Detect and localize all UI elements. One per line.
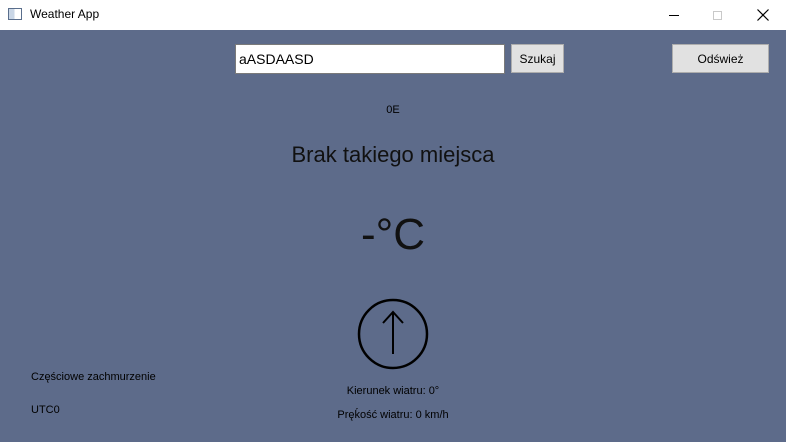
wind-direction-label: Kierunek wiatru: 0° (346, 385, 440, 397)
search-button[interactable]: Szukaj (511, 44, 564, 73)
minimize-button[interactable] (651, 0, 697, 30)
coordinates-label: 0E (386, 104, 400, 116)
close-icon (757, 9, 769, 21)
title-bar: Weather App (0, 0, 786, 30)
refresh-button[interactable]: Odśwież (672, 44, 769, 73)
close-button[interactable] (740, 0, 786, 30)
window-title: Weather App (30, 7, 100, 21)
wind-direction-arrow-icon (357, 298, 429, 370)
temperature-value: -°C (360, 210, 426, 259)
search-input[interactable] (235, 44, 505, 74)
place-name: Brak takiego miejsca (291, 142, 495, 167)
app-window-icon (8, 8, 22, 20)
maximize-button[interactable] (694, 0, 740, 30)
weather-condition: Częściowe zachmurzenie (31, 371, 156, 383)
timezone-label: UTC0 (31, 404, 60, 416)
maximize-icon (712, 10, 722, 20)
minimize-icon (669, 14, 679, 16)
wind-speed-label: Pręḱość wiatru: 0 km/h (337, 409, 449, 421)
